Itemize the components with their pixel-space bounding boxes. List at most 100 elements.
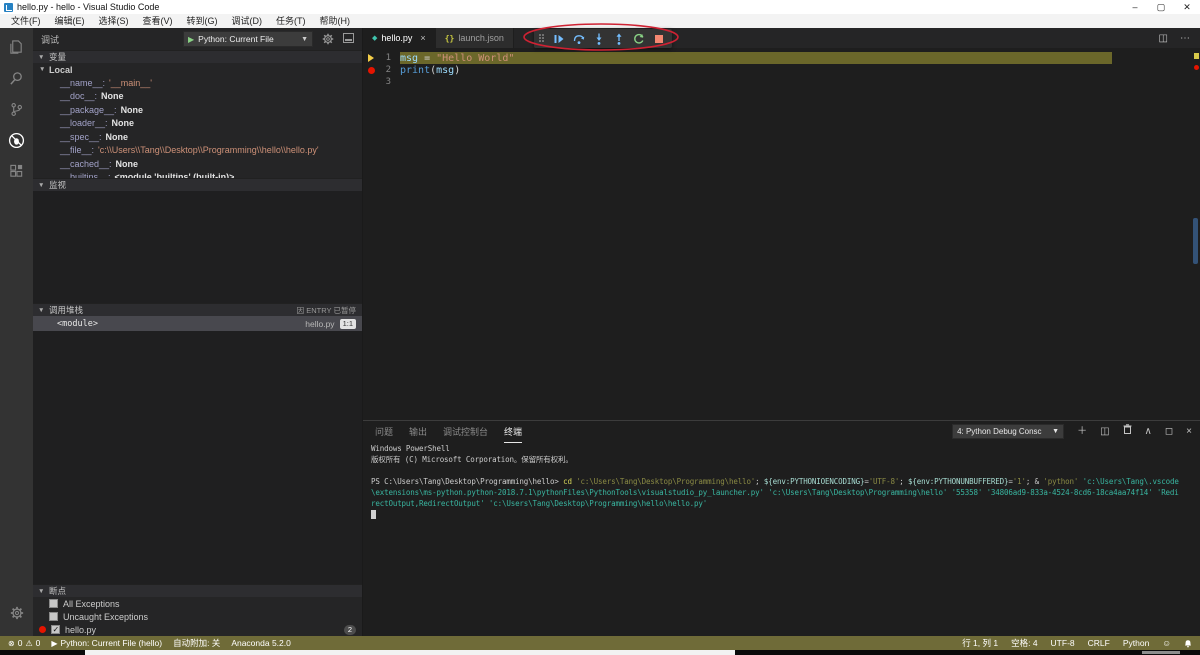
new-terminal-icon[interactable]: ＋ bbox=[1077, 424, 1087, 439]
extensions-icon[interactable] bbox=[0, 156, 33, 187]
terminal-segment: ${env:PYTHONIOENCODING} bbox=[764, 477, 864, 486]
breakpoint-checkbox[interactable] bbox=[49, 599, 58, 608]
variables-list: ▼ Local __name__:'__main__'__doc__:None_… bbox=[33, 63, 362, 178]
code-line[interactable]: 3 bbox=[363, 76, 1200, 88]
menu-item[interactable]: 转到(G) bbox=[180, 14, 225, 28]
variable-row[interactable]: __loader__:None bbox=[33, 117, 362, 131]
maximize-icon[interactable]: ▢ bbox=[1148, 0, 1174, 14]
close-panel-icon[interactable]: × bbox=[1186, 424, 1192, 439]
configure-gear-icon[interactable] bbox=[322, 33, 334, 47]
taskbar-white-segment bbox=[85, 650, 735, 655]
editor-scrollbar[interactable] bbox=[1193, 218, 1198, 264]
minimize-icon[interactable]: – bbox=[1122, 0, 1148, 14]
panel-tab-调试控制台[interactable]: 调试控制台 bbox=[443, 422, 488, 442]
cursor-position-status[interactable]: 行 1, 列 1 bbox=[962, 637, 998, 649]
terminal-segment: ; bbox=[755, 477, 764, 486]
watch-section-header[interactable]: ▼ 监视 bbox=[33, 178, 362, 191]
indentation-status[interactable]: 空格: 4 bbox=[1011, 637, 1037, 649]
menu-item[interactable]: 任务(T) bbox=[269, 14, 313, 28]
split-terminal-icon[interactable]: ◫ bbox=[1100, 424, 1109, 439]
terminal-segment: '34806ad9-833a-4524-8cd6-18ca4aa74f14' bbox=[987, 488, 1157, 497]
drag-handle-icon[interactable] bbox=[539, 34, 545, 43]
tab-hello.py[interactable]: ◆hello.py× bbox=[363, 28, 436, 48]
menu-item[interactable]: 帮助(H) bbox=[313, 14, 358, 28]
explorer-icon[interactable] bbox=[0, 32, 33, 63]
code-line[interactable]: 1msg = "Hello World" bbox=[363, 52, 1200, 64]
status-bar: ⊗ 0 ⚠ 0 ▶ Python: Current File (hello) 自… bbox=[0, 636, 1200, 650]
variable-name: __package__: bbox=[60, 105, 117, 115]
breakpoint-label: All Exceptions bbox=[63, 599, 120, 609]
notifications-bell-icon[interactable] bbox=[1184, 639, 1192, 648]
panel-tab-终端[interactable]: 终端 bbox=[504, 422, 522, 443]
anaconda-status[interactable]: Anaconda 5.2.0 bbox=[231, 638, 291, 648]
step-out-button[interactable] bbox=[610, 31, 627, 46]
eol-status[interactable]: CRLF bbox=[1088, 638, 1110, 648]
variable-row[interactable]: __cached__:None bbox=[33, 157, 362, 171]
continue-button[interactable] bbox=[550, 31, 567, 46]
code-line[interactable]: 2print(msg) bbox=[363, 64, 1200, 76]
kill-terminal-icon[interactable] bbox=[1123, 424, 1132, 439]
panel-chevron-up-icon[interactable]: ∧ bbox=[1145, 424, 1152, 439]
breakpoint-row[interactable]: All Exceptions bbox=[33, 597, 362, 610]
menu-item[interactable]: 编辑(E) bbox=[48, 14, 92, 28]
panel-tab-问题[interactable]: 问题 bbox=[375, 422, 393, 442]
source-control-icon[interactable] bbox=[0, 94, 33, 125]
step-into-button[interactable] bbox=[590, 31, 607, 46]
maximize-panel-icon[interactable]: ◻ bbox=[1165, 424, 1173, 439]
breakpoint-checkbox[interactable] bbox=[51, 625, 60, 634]
code-editor[interactable]: 1msg = "Hello World"2print(msg)3 bbox=[363, 48, 1200, 420]
variable-row[interactable]: __builtins__:<module 'builtins' (built-i… bbox=[33, 171, 362, 179]
terminal-output[interactable]: Windows PowerShell版权所有 (C) Microsoft Cor… bbox=[371, 443, 1196, 636]
terminal-segment: cd bbox=[563, 477, 576, 486]
problems-status[interactable]: ⊗ 0 ⚠ 0 bbox=[8, 638, 40, 648]
window-controls: – ▢ ✕ bbox=[1122, 0, 1200, 14]
gutter-icon-slot[interactable] bbox=[363, 54, 379, 62]
tab-close-icon[interactable]: × bbox=[420, 33, 425, 43]
variable-row[interactable]: __name__:'__main__' bbox=[33, 76, 362, 90]
variable-value: None bbox=[106, 132, 129, 142]
status-bar-right: 行 1, 列 1 空格: 4 UTF-8 CRLF Python ☺ bbox=[949, 637, 1192, 649]
chevron-down-icon: ▼ bbox=[1052, 428, 1059, 435]
variable-row[interactable]: __doc__:None bbox=[33, 90, 362, 104]
menu-item[interactable]: 查看(V) bbox=[136, 14, 180, 28]
breakpoint-row[interactable]: Uncaught Exceptions bbox=[33, 610, 362, 623]
step-over-button[interactable] bbox=[570, 31, 587, 46]
debug-target-status[interactable]: ▶ Python: Current File (hello) bbox=[51, 638, 162, 648]
encoding-status[interactable]: UTF-8 bbox=[1051, 638, 1075, 648]
split-editor-icon[interactable]: ◫ bbox=[1159, 33, 1168, 44]
search-icon[interactable] bbox=[0, 63, 33, 94]
restart-button[interactable] bbox=[630, 31, 647, 46]
menu-item[interactable]: 选择(S) bbox=[92, 14, 136, 28]
start-debug-icon[interactable]: ▶ bbox=[188, 35, 194, 44]
settings-gear-icon[interactable] bbox=[0, 597, 33, 628]
taskbar-sliver bbox=[0, 650, 1200, 655]
auto-attach-status[interactable]: 自动附加: 关 bbox=[173, 637, 220, 649]
tab-launch.json[interactable]: {}launch.json bbox=[436, 28, 514, 48]
more-actions-icon[interactable]: ⋯ bbox=[1180, 33, 1190, 44]
breakpoints-section-header[interactable]: ▼ 断点 bbox=[33, 584, 362, 597]
debug-config-dropdown[interactable]: ▶ Python: Current File ▼ bbox=[183, 31, 313, 47]
breakpoint-checkbox[interactable] bbox=[49, 612, 58, 621]
stack-frame-row[interactable]: <module> hello.py 1:1 bbox=[33, 316, 362, 331]
breakpoint-row[interactable]: hello.py2 bbox=[33, 623, 362, 636]
variable-row[interactable]: __package__:None bbox=[33, 103, 362, 117]
terminal-selector-dropdown[interactable]: 4: Python Debug Consc ▼ bbox=[952, 424, 1064, 439]
language-mode-status[interactable]: Python bbox=[1123, 638, 1149, 648]
panel-tab-输出[interactable]: 输出 bbox=[409, 422, 427, 442]
vscode-window: hello.py - hello - Visual Studio Code – … bbox=[0, 0, 1200, 655]
play-icon: ▶ bbox=[51, 639, 57, 648]
menu-item[interactable]: 文件(F) bbox=[4, 14, 48, 28]
debug-console-icon[interactable] bbox=[343, 33, 354, 43]
scope-row-local[interactable]: ▼ Local bbox=[33, 63, 362, 76]
code-token: = bbox=[418, 53, 436, 64]
gutter-icon-slot[interactable] bbox=[363, 67, 379, 74]
variable-row[interactable]: __file__:'c:\\Users\\Tang\\Desktop\\Prog… bbox=[33, 144, 362, 158]
menu-item[interactable]: 调试(D) bbox=[225, 14, 270, 28]
close-icon[interactable]: ✕ bbox=[1174, 0, 1200, 14]
debug-icon[interactable] bbox=[0, 125, 33, 156]
stop-button[interactable] bbox=[650, 31, 667, 46]
variable-row[interactable]: __spec__:None bbox=[33, 130, 362, 144]
feedback-smiley-icon[interactable]: ☺ bbox=[1162, 638, 1171, 648]
variables-section-header[interactable]: ▼ 变量 bbox=[33, 50, 362, 63]
call-stack-section-header[interactable]: ▼ 调用堆栈 因 ENTRY 已暂停 bbox=[33, 303, 362, 316]
